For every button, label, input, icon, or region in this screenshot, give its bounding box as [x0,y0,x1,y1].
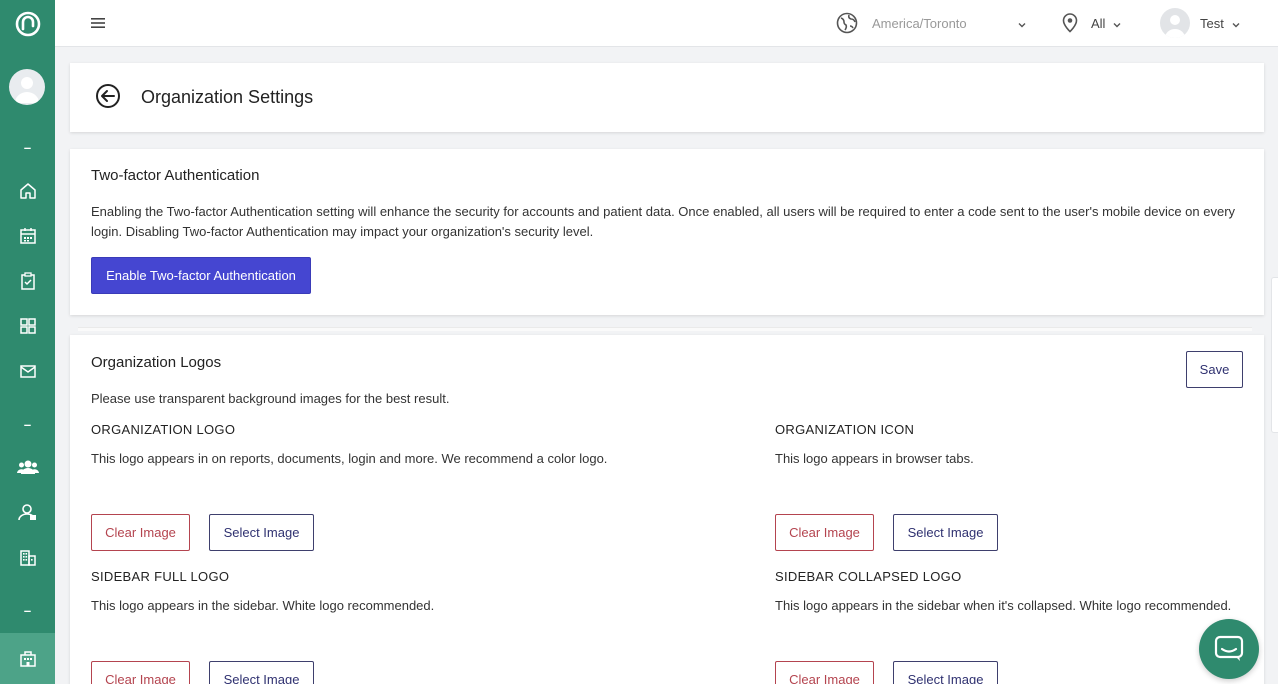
sidebar-collapsed-logo-clear-button[interactable]: Clear Image [775,661,874,684]
sidebar-item-organization[interactable] [0,633,55,684]
organization-icon-select-button[interactable]: Select Image [893,514,998,551]
sidebar-separator: – [23,139,32,155]
sidebar-collapsed-logo-description: This logo appears in the sidebar when it… [775,598,1232,613]
topbar: America/Toronto All Test [55,0,1278,47]
page-header: Organization Settings [70,63,1264,132]
chat-icon [1214,635,1244,661]
two-factor-description: Enabling the Two-factor Authentication s… [91,204,1236,239]
user-avatar[interactable] [1160,8,1190,38]
divider [78,327,1252,331]
sidebar-separator: – [23,416,32,432]
sidebar-separator: – [23,602,32,618]
logos-hint: Please use transparent background images… [91,391,450,406]
calendar-icon [19,228,36,244]
globe-icon [836,12,858,39]
clipboard-check-icon [20,272,35,290]
organization-logo-description: This logo appears in on reports, documen… [91,451,608,466]
sidebar-full-logo-label: SIDEBAR FULL LOGO [91,569,230,584]
enable-two-factor-button[interactable]: Enable Two-factor Authentication [91,257,311,294]
grid-icon [19,318,36,334]
sidebar-collapsed-logo-label: SIDEBAR COLLAPSED LOGO [775,569,962,584]
chevron-down-icon[interactable] [1017,17,1027,35]
organization-logo-label: ORGANIZATION LOGO [91,422,236,437]
sidebar-item-tasks[interactable] [0,266,55,296]
sidebar-item-patients[interactable] [0,497,55,527]
save-button[interactable]: Save [1186,351,1243,388]
sidebar-item-messages[interactable] [0,356,55,386]
hamburger-menu-icon[interactable] [91,16,105,30]
sidebar: – – – [0,0,55,684]
organization-logos-card: Organization Logos Save Please use trans… [70,335,1264,684]
organization-icon-label: ORGANIZATION ICON [775,422,915,437]
location-select[interactable]: All [1091,16,1105,31]
building-icon [19,550,36,566]
user-profile-icon [17,504,36,521]
chat-launcher-button[interactable] [1199,619,1259,679]
location-pin-icon [1061,13,1079,38]
home-icon [19,183,36,199]
two-factor-card: Two-factor Authentication Enabling the T… [70,149,1264,315]
organization-logo-select-button[interactable]: Select Image [209,514,314,551]
organization-icon-clear-button[interactable]: Clear Image [775,514,874,551]
sidebar-collapsed-logo-select-button[interactable]: Select Image [893,661,998,684]
two-factor-title: Two-factor Authentication [91,167,260,184]
user-menu[interactable]: Test [1200,16,1224,31]
users-icon [16,460,39,474]
page-title: Organization Settings [141,87,314,107]
timezone-select[interactable]: America/Toronto [872,16,967,31]
sidebar-avatar[interactable] [9,69,45,105]
sidebar-full-logo-description: This logo appears in the sidebar. White … [91,598,435,613]
side-panel-tab[interactable] [1271,277,1278,433]
mail-icon [19,365,36,378]
sidebar-full-logo-select-button[interactable]: Select Image [209,661,314,684]
back-arrow-icon[interactable] [95,83,121,109]
app-logo-icon[interactable] [0,0,55,47]
chevron-down-icon[interactable] [1112,17,1122,35]
sidebar-full-logo-clear-button[interactable]: Clear Image [91,661,190,684]
sidebar-item-home[interactable] [0,176,55,206]
logos-title: Organization Logos [91,354,222,371]
sidebar-item-calendar[interactable] [0,221,55,251]
organization-icon-description: This logo appears in browser tabs. [775,451,974,466]
sidebar-item-users[interactable] [0,452,55,482]
sidebar-item-apps[interactable] [0,311,55,341]
chevron-down-icon[interactable] [1231,17,1241,35]
organization-logo-clear-button[interactable]: Clear Image [91,514,190,551]
sidebar-item-locations[interactable] [0,543,55,573]
organization-icon [19,650,36,667]
